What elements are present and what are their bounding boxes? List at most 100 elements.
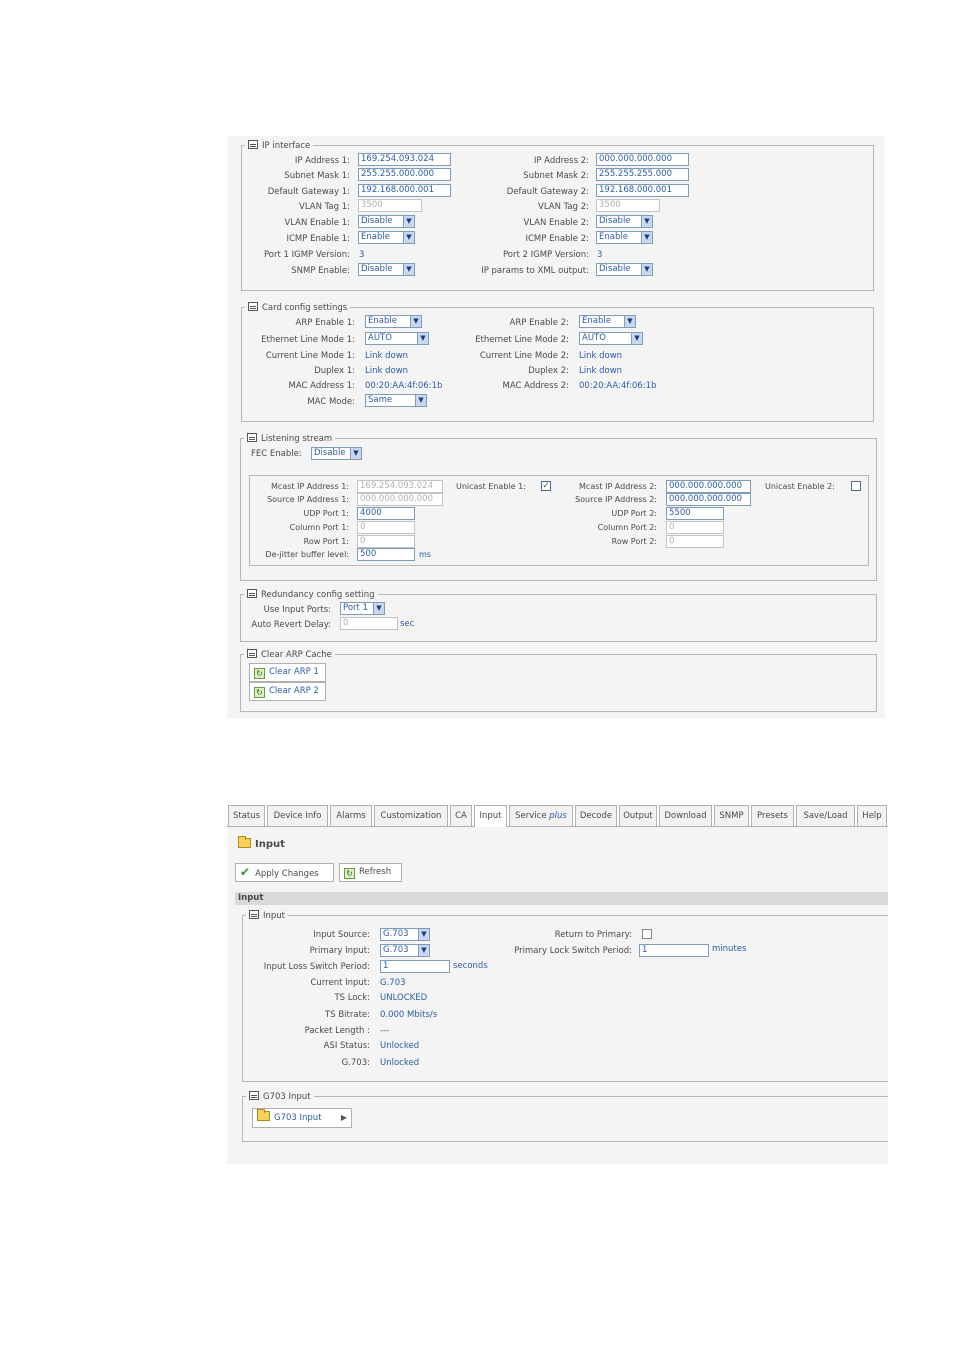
row-port-1-input[interactable]: 0 xyxy=(357,535,415,548)
chevron-down-icon[interactable]: ▼ xyxy=(403,232,414,243)
icmp-enable-1-select[interactable]: Enable ▼ xyxy=(358,231,415,244)
use-input-ports-select[interactable]: Port 1 ▼ xyxy=(340,602,385,615)
gateway-1-input[interactable]: 192.168.000.001 xyxy=(358,184,451,197)
loss-switch-input[interactable]: 1 xyxy=(380,960,450,973)
tab-help[interactable]: Help xyxy=(857,805,887,826)
vlan-enable-2-label: VLAN Enable 2: xyxy=(523,218,589,228)
packet-length-value: --- xyxy=(380,1026,390,1036)
line-mode-1-value: AUTO xyxy=(368,333,392,343)
refresh-icon: ↻ xyxy=(254,668,265,679)
chevron-down-icon[interactable]: ▼ xyxy=(415,395,426,406)
tab-customization[interactable]: Customization xyxy=(374,805,448,826)
icmp-enable-2-select[interactable]: Enable ▼ xyxy=(596,231,653,244)
lock-switch-input[interactable]: 1 xyxy=(639,944,709,957)
mcast-ip-1-input[interactable]: 169.254.093.024 xyxy=(357,480,443,493)
seconds-unit: seconds xyxy=(453,961,488,971)
folder-icon xyxy=(238,836,251,848)
tab-snmp[interactable]: SNMP xyxy=(714,805,749,826)
tab-input[interactable]: Input xyxy=(474,805,507,827)
udp-port-1-input[interactable]: 4000 xyxy=(357,507,415,520)
source-ip-1-input[interactable]: 000.000.000.000 xyxy=(357,493,443,506)
icmp-enable-1-label: ICMP Enable 1: xyxy=(286,234,350,244)
xml-output-label: IP params to XML output: xyxy=(481,266,589,276)
clear-arp-1-button[interactable]: ↻ Clear ARP 1 xyxy=(249,663,326,682)
chevron-down-icon[interactable]: ▼ xyxy=(350,448,361,459)
mac-mode-value: Same xyxy=(368,395,393,405)
vlan-enable-1-select[interactable]: Disable ▼ xyxy=(358,215,415,228)
tab-download[interactable]: Download xyxy=(659,805,712,826)
unicast-enable-2-checkbox[interactable] xyxy=(851,481,861,491)
chevron-down-icon[interactable]: ▼ xyxy=(418,945,429,956)
column-port-2-input[interactable]: 0 xyxy=(666,521,724,534)
collapse-icon[interactable] xyxy=(248,302,258,311)
subnet-mask-2-input[interactable]: 255.255.255.000 xyxy=(596,168,689,181)
section-header: Input xyxy=(235,892,888,905)
chevron-down-icon[interactable]: ▼ xyxy=(631,333,642,344)
mac-mode-label: MAC Mode: xyxy=(307,397,355,407)
chevron-down-icon[interactable]: ▼ xyxy=(403,216,414,227)
tab-presets[interactable]: Presets xyxy=(751,805,794,826)
collapse-icon[interactable] xyxy=(249,910,259,919)
duplex-2-label: Duplex 2: xyxy=(528,366,569,376)
return-primary-checkbox[interactable] xyxy=(642,929,652,939)
input-source-select[interactable]: G.703 ▼ xyxy=(380,928,430,941)
vlan-enable-2-select[interactable]: Disable ▼ xyxy=(596,215,653,228)
chevron-down-icon[interactable]: ▼ xyxy=(641,216,652,227)
row-port-1-label: Row Port 1: xyxy=(303,537,349,546)
current-line-2-label: Current Line Mode 2: xyxy=(479,351,569,361)
source-ip-2-input[interactable]: 000.000.000.000 xyxy=(666,493,751,506)
mac-address-2-label: MAC Address 2: xyxy=(502,381,569,391)
tab-status[interactable]: Status xyxy=(228,805,265,826)
tab-ca[interactable]: CA xyxy=(450,805,472,826)
chevron-down-icon[interactable]: ▼ xyxy=(410,316,421,327)
tab-alarms[interactable]: Alarms xyxy=(330,805,372,826)
row-port-2-input[interactable]: 0 xyxy=(666,535,724,548)
chevron-down-icon[interactable]: ▼ xyxy=(417,333,428,344)
auto-revert-input[interactable]: 0 xyxy=(340,617,398,630)
chevron-down-icon[interactable]: ▼ xyxy=(641,232,652,243)
line-mode-2-select[interactable]: AUTO ▼ xyxy=(579,332,643,345)
unicast-enable-1-checkbox[interactable]: ✓ xyxy=(541,481,551,491)
arp-enable-1-select[interactable]: Enable ▼ xyxy=(365,315,422,328)
chevron-down-icon[interactable]: ▼ xyxy=(403,264,414,275)
xml-output-select[interactable]: Disable ▼ xyxy=(596,263,653,276)
ip-address-1-input[interactable]: 169.254.093.024 xyxy=(358,153,451,166)
gateway-2-input[interactable]: 192.168.000.001 xyxy=(596,184,689,197)
tab-device-info[interactable]: Device Info xyxy=(267,805,328,826)
column-port-1-input[interactable]: 0 xyxy=(357,521,415,534)
vlan-tag-2-input[interactable]: 3500 xyxy=(596,199,660,212)
apply-changes-button[interactable]: ✔ Apply Changes xyxy=(235,863,334,882)
dejitter-input[interactable]: 500 xyxy=(357,548,415,561)
chevron-down-icon[interactable]: ▼ xyxy=(624,316,635,327)
arp-enable-2-select[interactable]: Enable ▼ xyxy=(579,315,636,328)
vlan-tag-1-input[interactable]: 3500 xyxy=(358,199,422,212)
subnet-mask-1-input[interactable]: 255.255.000.000 xyxy=(358,168,451,181)
udp-port-2-input[interactable]: 5500 xyxy=(666,507,724,520)
refresh-button[interactable]: ↻ Refresh xyxy=(339,863,402,882)
g703-input-button[interactable]: G703 Input ▶ xyxy=(252,1108,352,1128)
chevron-down-icon[interactable]: ▼ xyxy=(641,264,652,275)
chevron-down-icon[interactable]: ▼ xyxy=(373,603,384,614)
tab-save-load[interactable]: Save/Load xyxy=(796,805,855,826)
collapse-icon[interactable] xyxy=(247,589,257,598)
fec-enable-select[interactable]: Disable ▼ xyxy=(311,447,362,460)
collapse-icon[interactable] xyxy=(247,433,257,442)
vlan-enable-1-label: VLAN Enable 1: xyxy=(284,218,350,228)
primary-input-select[interactable]: G.703 ▼ xyxy=(380,944,430,957)
snmp-enable-select[interactable]: Disable ▼ xyxy=(358,263,415,276)
collapse-icon[interactable] xyxy=(247,649,257,658)
line-mode-1-select[interactable]: AUTO ▼ xyxy=(365,332,429,345)
collapse-icon[interactable] xyxy=(249,1091,259,1100)
collapse-icon[interactable] xyxy=(248,140,258,149)
tab-service-plus[interactable]: Service plus xyxy=(509,805,573,826)
clear-arp-2-button[interactable]: ↻ Clear ARP 2 xyxy=(249,682,326,701)
tab-output[interactable]: Output xyxy=(619,805,657,826)
mcast-ip-2-input[interactable]: 000.000.000.000 xyxy=(666,480,751,493)
refresh-icon: ↻ xyxy=(254,687,265,698)
ts-lock-value: UNLOCKED xyxy=(380,993,428,1003)
ip-address-2-input[interactable]: 000.000.000.000 xyxy=(596,153,689,166)
mac-mode-select[interactable]: Same ▼ xyxy=(365,394,427,407)
tab-decode[interactable]: Decode xyxy=(575,805,617,826)
clear-arp-2-label: Clear ARP 2 xyxy=(269,686,319,696)
chevron-down-icon[interactable]: ▼ xyxy=(418,929,429,940)
